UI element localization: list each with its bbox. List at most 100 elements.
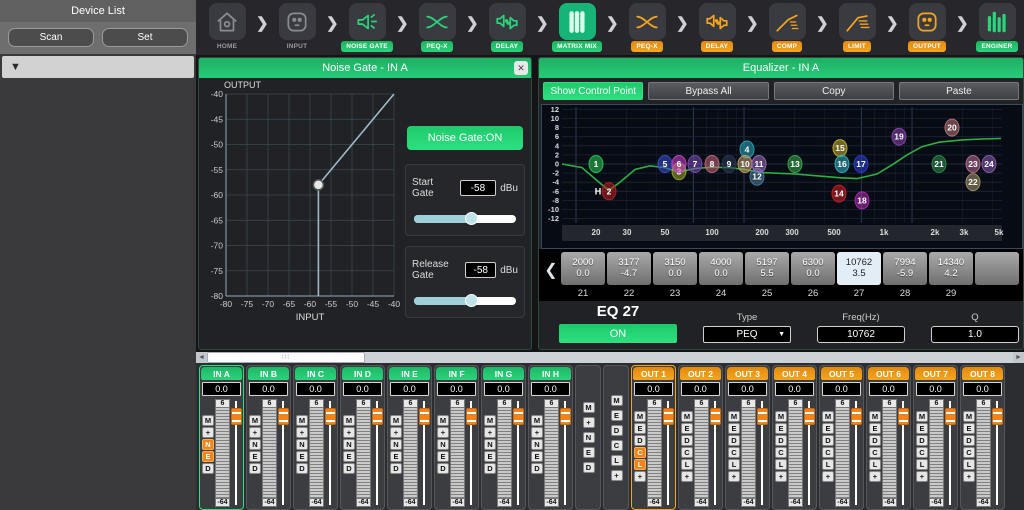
fader-handle[interactable]	[560, 408, 571, 425]
master-button-d[interactable]: D	[611, 425, 623, 436]
strip-button-l[interactable]: L	[728, 459, 740, 470]
eq-point-18[interactable]: 18	[855, 192, 869, 209]
scan-button[interactable]: Scan	[8, 28, 94, 47]
master-button-n[interactable]: N	[583, 432, 595, 443]
fader-handle[interactable]	[804, 408, 815, 425]
fader-handle[interactable]	[851, 408, 862, 425]
strip-button-n[interactable]: N	[249, 439, 261, 450]
channel-gain-value[interactable]: 0.0	[869, 382, 908, 396]
fader-handle[interactable]	[757, 408, 768, 425]
strip-button-n[interactable]: N	[484, 439, 496, 450]
eq-point-17[interactable]: 17	[854, 156, 868, 173]
strip-button-c[interactable]: C	[634, 447, 646, 458]
out-3-strip[interactable]: OUT 30.0MEDCL+6-64	[725, 365, 770, 510]
eq-q-input[interactable]: 1.0	[931, 326, 1019, 343]
channel-gain-value[interactable]: 0.0	[437, 382, 476, 396]
release-gate-slider[interactable]	[414, 297, 516, 305]
eq-point-21[interactable]: 21	[932, 156, 946, 173]
master-button-e[interactable]: E	[611, 410, 623, 421]
noise-gate-graph[interactable]: OUTPUT-40-80-45-75-50-70-55-65-60-60-65-…	[199, 78, 405, 349]
toolbar-item-enginer[interactable]: ENGINER	[968, 3, 1024, 52]
strip-button-d[interactable]: D	[484, 463, 496, 474]
toolbar-item-comp[interactable]: COMP	[758, 3, 816, 52]
eq-point-11[interactable]: 11	[752, 156, 766, 173]
fader-handle[interactable]	[513, 408, 524, 425]
strip-button-m[interactable]: M	[869, 411, 881, 422]
strip-button-m[interactable]: M	[531, 415, 543, 426]
strip-button-plus[interactable]: +	[437, 427, 449, 438]
fader-handle[interactable]	[992, 408, 1003, 425]
in-f-strip[interactable]: IN F0.0M+NED6-64	[434, 365, 479, 510]
mixer-scrollbar[interactable]: ◄ ⁞⁞⁞ ►	[196, 352, 1024, 363]
strip-button-d[interactable]: D	[296, 463, 308, 474]
channel-gain-value[interactable]: 0.0	[916, 382, 955, 396]
strip-button-plus[interactable]: +	[963, 471, 975, 482]
release-gate-value[interactable]: -58	[465, 262, 496, 278]
eq-band-cell-27[interactable]: 107623.527	[837, 252, 881, 299]
strip-button-c[interactable]: C	[963, 447, 975, 458]
strip-button-e[interactable]: E	[484, 451, 496, 462]
out-6-strip[interactable]: OUT 60.0MEDCL+6-64	[866, 365, 911, 510]
strip-button-d[interactable]: D	[390, 463, 402, 474]
strip-button-e[interactable]: E	[343, 451, 355, 462]
strip-button-e[interactable]: E	[634, 423, 646, 434]
strip-button-l[interactable]: L	[869, 459, 881, 470]
scroll-left-icon[interactable]: ◄	[196, 352, 207, 363]
eq-band-cell-24[interactable]: 40000.024	[699, 252, 743, 299]
channel-gain-value[interactable]: 0.0	[728, 382, 767, 396]
fader-handle[interactable]	[278, 408, 289, 425]
out-1-strip[interactable]: OUT 10.0MEDCL+6-64	[631, 365, 676, 510]
eq-point-7[interactable]: 7	[688, 156, 702, 173]
fader-handle[interactable]	[466, 408, 477, 425]
band-prev-icon[interactable]: ❮	[541, 252, 561, 288]
strip-button-plus[interactable]: +	[296, 427, 308, 438]
strip-button-e[interactable]: E	[916, 423, 928, 434]
eq-band-cell-28[interactable]: 7994-5.928	[883, 252, 927, 299]
master-button-e[interactable]: E	[583, 447, 595, 458]
set-button[interactable]: Set	[102, 28, 188, 47]
eq-band-cell-21[interactable]: 20000.021	[561, 252, 605, 299]
eq-band-cell-22[interactable]: 3177-4.722	[607, 252, 651, 299]
in-h-strip[interactable]: IN H0.0M+NED6-64	[528, 365, 573, 510]
strip-button-plus[interactable]: +	[202, 427, 214, 438]
strip-button-l[interactable]: L	[963, 459, 975, 470]
in-a-strip[interactable]: IN A0.0M+NED6-64	[199, 365, 244, 510]
in-d-strip[interactable]: IN D0.0M+NED6-64	[340, 365, 385, 510]
scrollbar-thumb[interactable]: ⁞⁞⁞	[207, 352, 365, 363]
eq-point-16[interactable]: 16	[835, 156, 849, 173]
strip-button-plus[interactable]: +	[634, 471, 646, 482]
out-7-strip[interactable]: OUT 70.0MEDCL+6-64	[913, 365, 958, 510]
strip-button-n[interactable]: N	[437, 439, 449, 450]
strip-button-plus[interactable]: +	[681, 471, 693, 482]
master-button-m[interactable]: M	[583, 402, 595, 413]
channel-gain-value[interactable]: 0.0	[681, 382, 720, 396]
eq-point-6[interactable]: 6	[672, 156, 686, 173]
strip-button-d[interactable]: D	[343, 463, 355, 474]
strip-button-l[interactable]: L	[775, 459, 787, 470]
fader-handle[interactable]	[945, 408, 956, 425]
strip-button-c[interactable]: C	[916, 447, 928, 458]
release-gate-slider-thumb[interactable]	[465, 294, 478, 307]
strip-button-e[interactable]: E	[437, 451, 449, 462]
strip-button-m[interactable]: M	[775, 411, 787, 422]
strip-button-n[interactable]: N	[343, 439, 355, 450]
fader-handle[interactable]	[663, 408, 674, 425]
strip-button-m[interactable]: M	[484, 415, 496, 426]
master-button-plus[interactable]: +	[583, 417, 595, 428]
toolbar-item-output[interactable]: OUTPUT	[898, 3, 956, 52]
strip-button-e[interactable]: E	[531, 451, 543, 462]
show-control-point-button[interactable]: Show Control Point	[543, 82, 643, 100]
strip-button-c[interactable]: C	[869, 447, 881, 458]
strip-button-m[interactable]: M	[437, 415, 449, 426]
strip-button-l[interactable]: L	[916, 459, 928, 470]
strip-button-c[interactable]: C	[728, 447, 740, 458]
eq-point-13[interactable]: 13	[788, 156, 802, 173]
strip-button-n[interactable]: N	[296, 439, 308, 450]
strip-button-m[interactable]: M	[343, 415, 355, 426]
start-gate-slider-thumb[interactable]	[465, 212, 478, 225]
channel-gain-value[interactable]: 0.0	[775, 382, 814, 396]
strip-button-m[interactable]: M	[202, 415, 214, 426]
fader-handle[interactable]	[231, 408, 242, 425]
strip-button-plus[interactable]: +	[775, 471, 787, 482]
master-button-plus[interactable]: +	[611, 470, 623, 481]
